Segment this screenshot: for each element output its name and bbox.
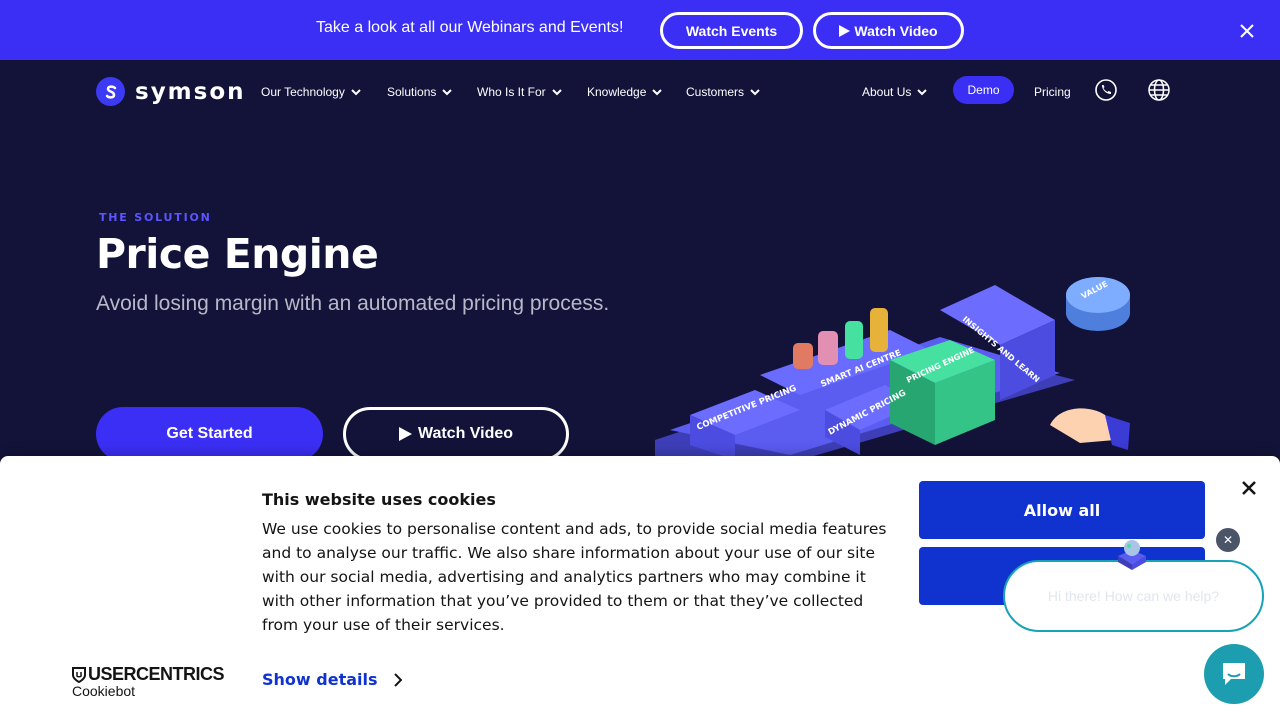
show-details-label: Show details	[262, 670, 378, 689]
chevron-down-icon	[551, 89, 562, 96]
nav-item-label: Solutions	[387, 85, 437, 99]
hero-subtitle: Avoid losing margin with an automated pr…	[96, 292, 610, 315]
banner-text: Take a look at all our Webinars and Even…	[316, 19, 624, 36]
nav-item-label: About Us	[862, 85, 912, 99]
nav-item-label: Customers	[686, 85, 745, 99]
watch-events-button[interactable]: Watch Events	[660, 12, 803, 49]
show-details-link[interactable]: Show details	[262, 670, 402, 689]
banner-watch-video-button[interactable]: Watch Video	[813, 12, 964, 49]
price-engine-illustration: COMPETITIVE PRICING SMART AI CENTRE DYNA…	[655, 277, 1130, 460]
watch-video-label: Watch Video	[417, 425, 514, 442]
chat-avatar-icon	[1118, 540, 1146, 570]
page-title: Price Engine	[96, 230, 379, 278]
nav-item-label: Who Is It For	[477, 85, 546, 99]
nav-pricing[interactable]: Pricing	[1034, 85, 1071, 99]
nav-our-technology[interactable]: Our Technology	[261, 85, 362, 99]
chevron-right-icon	[393, 672, 402, 687]
usercentrics-brand: USERCENTRICS	[88, 664, 225, 684]
chevron-down-icon	[442, 89, 453, 96]
allow-all-button[interactable]: Allow all	[919, 481, 1205, 539]
play-icon	[839, 24, 851, 37]
logo-text: symson	[135, 78, 246, 105]
chat-greeting: Hi there! How can we help?	[1047, 588, 1220, 604]
cookie-title: This website uses cookies	[262, 490, 496, 509]
nav-customers[interactable]: Customers	[686, 85, 761, 99]
chevron-down-icon	[750, 89, 760, 96]
chevron-down-icon	[351, 89, 361, 96]
nav-item-label: Our Technology	[261, 85, 345, 99]
logo-mark-icon	[96, 77, 125, 106]
nav-solutions[interactable]: Solutions	[387, 85, 453, 99]
watch-events-label: Watch Events	[685, 22, 778, 39]
chat-close-button[interactable]: ✕	[1216, 528, 1240, 552]
main-nav: symson Our Technology Solutions Who Is I…	[0, 60, 1280, 124]
close-icon[interactable]	[1239, 478, 1259, 498]
nav-who-is-it-for[interactable]: Who Is It For	[477, 85, 563, 99]
globe-icon[interactable]	[1147, 78, 1171, 102]
demo-button[interactable]: Demo	[953, 76, 1014, 104]
play-icon	[398, 427, 412, 441]
nav-about-us[interactable]: About Us	[862, 85, 928, 99]
chevron-down-icon	[917, 89, 928, 96]
watch-video-button[interactable]: Watch Video	[343, 407, 569, 461]
announcement-banner: Take a look at all our Webinars and Even…	[0, 0, 1280, 60]
banner-watch-video-label: Watch Video	[854, 22, 938, 39]
cookiebot-label: Cookiebot	[72, 683, 136, 699]
hero-eyebrow: THE SOLUTION	[99, 211, 212, 224]
get-started-button[interactable]: Get Started	[96, 407, 323, 461]
logo[interactable]: symson	[96, 77, 246, 106]
shield-icon	[72, 666, 86, 683]
usercentrics-logo[interactable]: USERCENTRICS Cookiebot	[72, 664, 225, 699]
chat-launcher-button[interactable]	[1204, 644, 1264, 704]
nav-knowledge[interactable]: Knowledge	[587, 85, 663, 99]
nav-item-label: Pricing	[1034, 85, 1071, 99]
chevron-down-icon	[652, 89, 663, 96]
nav-item-label: Knowledge	[587, 85, 647, 99]
phone-icon[interactable]	[1094, 78, 1118, 102]
cookie-description: We use cookies to personalise content an…	[262, 520, 887, 634]
close-icon[interactable]	[1237, 21, 1257, 41]
chat-icon	[1223, 663, 1245, 685]
